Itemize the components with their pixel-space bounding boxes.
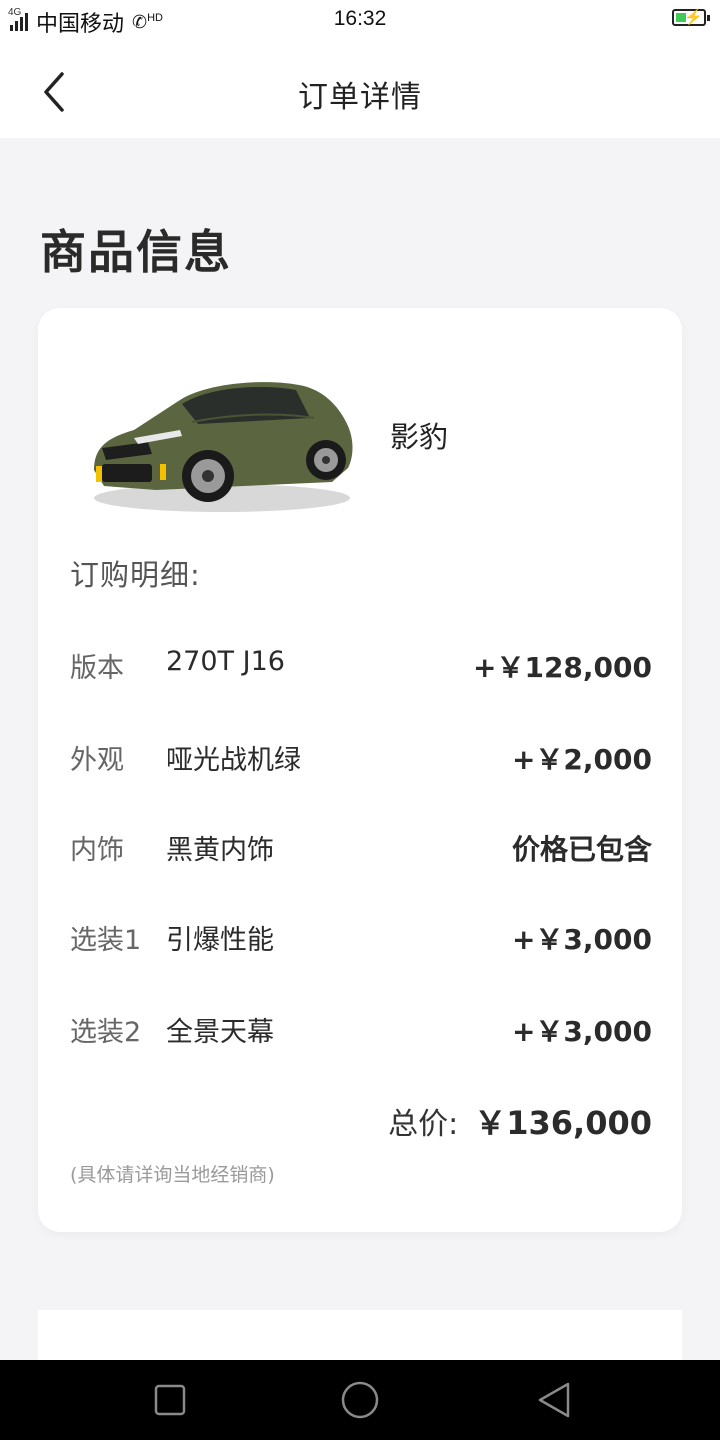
status-bar: 4G 中国移动 ✆HD 16:32 ⚡ bbox=[0, 0, 720, 40]
page-title: 订单详情 bbox=[298, 80, 422, 115]
order-row-exterior: 外观 哑光战机绿 +￥2,000 bbox=[70, 732, 652, 776]
circle-icon[interactable] bbox=[340, 1380, 380, 1420]
system-nav-bar bbox=[0, 1360, 720, 1440]
square-icon[interactable] bbox=[150, 1380, 190, 1420]
product-name: 影豹 bbox=[390, 420, 449, 454]
row-price: +￥3,000 bbox=[511, 923, 652, 956]
battery-icon: ⚡ bbox=[672, 9, 710, 26]
total-price-row: 总价: ￥136,000 bbox=[388, 1098, 652, 1144]
order-detail-heading: 订购明细: bbox=[70, 558, 201, 592]
row-price: +￥128,000 bbox=[473, 651, 652, 684]
row-value: 引爆性能 bbox=[166, 925, 274, 956]
row-price: +￥3,000 bbox=[511, 1015, 652, 1048]
row-label: 版本 bbox=[70, 653, 124, 684]
row-value: 哑光战机绿 bbox=[166, 745, 301, 776]
row-value: 全景天幕 bbox=[166, 1017, 274, 1048]
battery-tip bbox=[707, 15, 710, 21]
row-value: 270T J16 bbox=[166, 646, 285, 677]
product-card: 影豹 订购明细: 版本 270T J16 +￥128,000 外观 哑光战机绿 … bbox=[38, 308, 682, 1232]
row-value: 黑黄内饰 bbox=[166, 835, 274, 866]
row-label: 选装2 bbox=[70, 1017, 142, 1048]
row-label: 外观 bbox=[70, 745, 124, 776]
total-price: ￥136,000 bbox=[474, 1104, 652, 1142]
order-row-option-2: 选装2 全景天幕 +￥3,000 bbox=[70, 1004, 652, 1048]
order-row-option-1: 选装1 引爆性能 +￥3,000 bbox=[70, 912, 652, 956]
section-title: 商品信息 bbox=[40, 225, 232, 279]
row-label: 选装1 bbox=[70, 925, 142, 956]
status-time: 16:32 bbox=[333, 7, 387, 30]
row-label: 内饰 bbox=[70, 835, 124, 866]
order-row-interior: 内饰 黑黄内饰 价格已包含 bbox=[70, 822, 652, 866]
triangle-back-icon[interactable] bbox=[534, 1380, 574, 1420]
row-price: +￥2,000 bbox=[511, 743, 652, 776]
total-label: 总价: bbox=[388, 1107, 459, 1142]
order-row-version: 版本 270T J16 +￥128,000 bbox=[70, 640, 652, 684]
nav-bar: 订单详情 bbox=[0, 40, 720, 138]
row-price: 价格已包含 bbox=[511, 833, 652, 866]
dealer-note: (具体请详询当地经销商) bbox=[70, 1164, 275, 1186]
charging-icon: ⚡ bbox=[684, 9, 703, 26]
car-image bbox=[94, 382, 353, 512]
